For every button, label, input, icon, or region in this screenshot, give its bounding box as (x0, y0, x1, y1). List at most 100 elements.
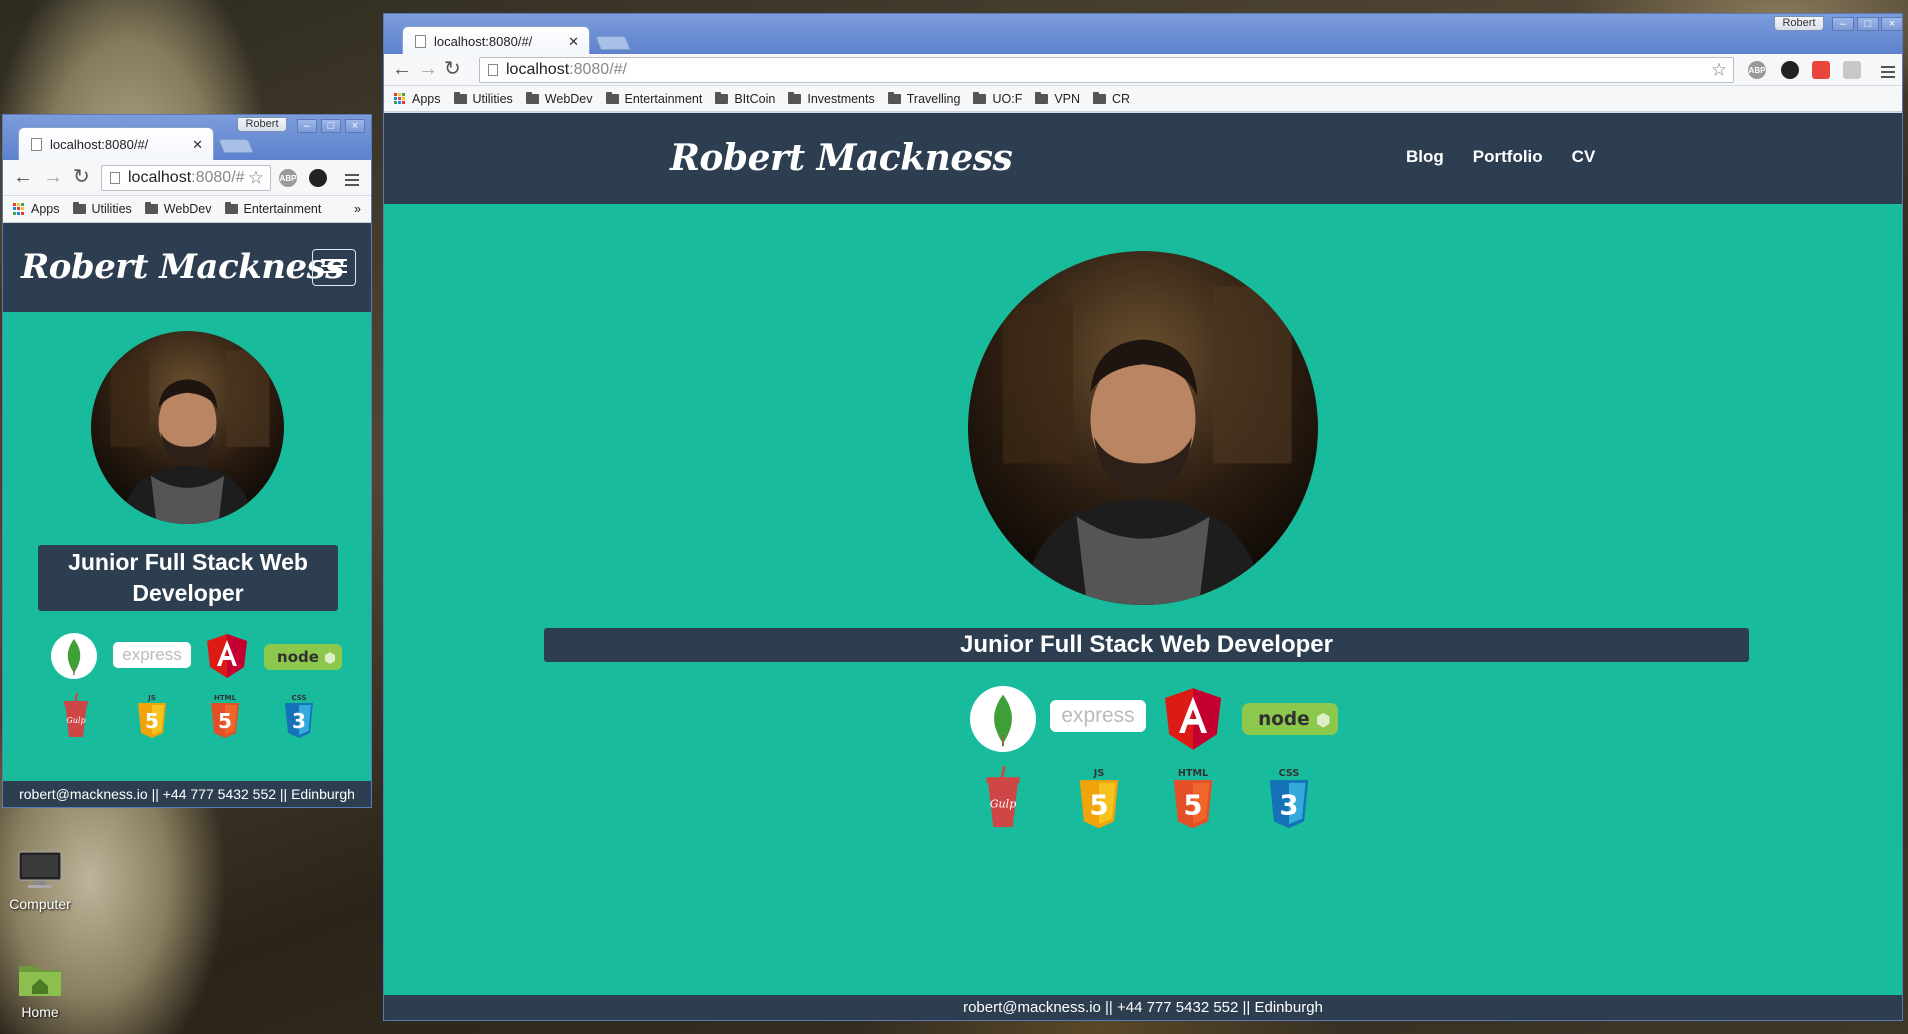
svg-text:5: 5 (145, 709, 159, 733)
javascript-logo: JS 5 (136, 693, 168, 739)
bookmark-label: Utilities (472, 91, 513, 106)
bookmark-label: Investments (807, 91, 875, 106)
node-text: node (277, 648, 319, 666)
page-icon (31, 138, 42, 151)
close-icon: × (1888, 18, 1896, 30)
nav-link-cv[interactable]: CV (1572, 147, 1596, 167)
express-logo: express (113, 642, 191, 668)
mongodb-logo (970, 686, 1036, 752)
maximize-button[interactable]: □ (321, 119, 341, 133)
profile-button[interactable]: Robert (237, 117, 287, 132)
menu-icon[interactable] (345, 171, 359, 189)
bookmarks-bar: Apps Utilities WebDev Entertainment BItC… (384, 86, 1902, 112)
site-footer: robert@mackness.io || +44 777 5432 552 |… (3, 781, 371, 807)
desktop-icon-home[interactable]: Home (0, 958, 80, 1020)
page-icon (415, 35, 426, 48)
adblock-icon[interactable]: ABP (279, 169, 297, 187)
bookmark-folder[interactable]: Utilities (453, 91, 513, 106)
extension-icon-colored[interactable] (1812, 61, 1830, 79)
back-icon[interactable]: ← (392, 59, 412, 79)
bookmark-folder[interactable]: CR (1093, 91, 1130, 106)
web-page: Robert Mackness Blog Portfolio CV Junior… (384, 113, 1902, 1020)
tab-close-icon[interactable]: ✕ (192, 137, 203, 153)
bookmark-folder[interactable]: Utilities (72, 202, 132, 216)
css-text: CSS (1279, 768, 1300, 779)
close-window-button[interactable]: × (1881, 17, 1902, 31)
address-bar[interactable]: localhost:8080/#/ ☆ (479, 57, 1734, 83)
bookmark-label: BItCoin (734, 91, 776, 106)
maximize-icon: □ (327, 120, 335, 132)
bookmark-folder[interactable]: UO:F (973, 91, 1022, 106)
tab-active[interactable]: localhost:8080/#/ ✕ (402, 26, 590, 56)
bookmark-star-icon[interactable]: ☆ (1711, 60, 1727, 81)
hamburger-icon (321, 259, 347, 261)
bookmark-folder[interactable]: WebDev (525, 91, 593, 106)
bookmark-apps[interactable]: Apps (394, 92, 441, 106)
javascript-logo: JS 5 (1077, 766, 1121, 830)
minimize-button[interactable]: – (1832, 17, 1854, 31)
site-brand[interactable]: Robert Mackness (670, 137, 1013, 179)
profile-button[interactable]: Robert (1774, 16, 1824, 31)
forward-icon[interactable]: → (43, 167, 63, 187)
hamburger-menu-button[interactable] (312, 249, 356, 286)
bookmarks-overflow-icon[interactable]: » (354, 202, 361, 216)
nav-link-portfolio[interactable]: Portfolio (1473, 147, 1543, 167)
close-icon: × (351, 120, 359, 132)
folder-icon (788, 91, 802, 104)
gulp-logo: Gulp (985, 765, 1021, 830)
bookmark-folder[interactable]: Travelling (887, 91, 960, 106)
nodejs-logo: node (1242, 702, 1338, 736)
css3-logo: CSS 3 (283, 693, 315, 739)
bookmarks-bar: Apps Utilities WebDev Entertainment » (3, 196, 371, 223)
html5-logo: HTML 5 (209, 693, 241, 739)
bookmark-label: WebDev (163, 202, 212, 216)
folder-icon (605, 91, 619, 104)
back-icon[interactable]: ← (13, 167, 33, 187)
express-text: express (1061, 704, 1134, 727)
address-bar[interactable]: localhost:8080/# ☆ (101, 165, 271, 191)
maximize-button[interactable]: □ (1857, 17, 1879, 31)
bookmark-folder[interactable]: Investments (788, 91, 875, 106)
nav-link-blog[interactable]: Blog (1406, 147, 1444, 167)
gulp-text: Gulp (990, 798, 1017, 811)
html-text: HTML (214, 694, 237, 702)
bookmark-folder[interactable]: Entertainment (605, 91, 702, 106)
tab-title: localhost:8080/#/ (50, 137, 149, 152)
site-navbar: Robert Mackness (3, 223, 371, 312)
extension-icon[interactable] (309, 169, 327, 187)
folder-icon (1093, 91, 1107, 104)
adblock-icon[interactable]: ABP (1748, 61, 1766, 79)
new-tab-button[interactable] (218, 139, 254, 153)
apps-icon (394, 92, 406, 105)
minimize-button[interactable]: – (297, 119, 317, 133)
folder-icon (1035, 91, 1049, 104)
bookmark-star-icon[interactable]: ☆ (248, 168, 264, 189)
apps-icon (13, 203, 25, 215)
bookmark-apps[interactable]: Apps (13, 202, 60, 216)
close-window-button[interactable]: × (345, 119, 365, 133)
extension-icon[interactable] (1781, 61, 1799, 79)
svg-text:5: 5 (1183, 790, 1202, 822)
tab-close-icon[interactable]: ✕ (568, 34, 579, 50)
site-brand[interactable]: Robert Mackness (21, 247, 344, 287)
html-text: HTML (1178, 768, 1208, 779)
portrait-image (968, 251, 1318, 605)
url-host: localhost (128, 169, 192, 186)
bookmark-folder[interactable]: Entertainment (224, 202, 321, 216)
bookmark-label: Utilities (91, 202, 132, 216)
bookmark-folder[interactable]: BItCoin (715, 91, 776, 106)
desktop-icon-computer[interactable]: Computer (0, 850, 80, 912)
browser-window-small: Robert – □ × localhost:8080/#/ ✕ ← → ↻ l… (2, 114, 372, 808)
reload-icon[interactable]: ↻ (73, 167, 90, 187)
new-tab-button[interactable] (595, 36, 631, 50)
menu-icon[interactable] (1881, 63, 1895, 81)
bookmark-folder[interactable]: VPN (1035, 91, 1081, 106)
reload-icon[interactable]: ↻ (444, 59, 461, 79)
nodejs-logo: node (264, 644, 342, 670)
extension-icon-gear[interactable] (1843, 61, 1861, 79)
forward-icon[interactable]: → (418, 59, 438, 79)
tab-active[interactable]: localhost:8080/#/ ✕ (18, 127, 214, 161)
tab-title: localhost:8080/#/ (434, 34, 533, 49)
bookmark-label: VPN (1054, 91, 1081, 106)
bookmark-folder[interactable]: WebDev (144, 202, 212, 216)
